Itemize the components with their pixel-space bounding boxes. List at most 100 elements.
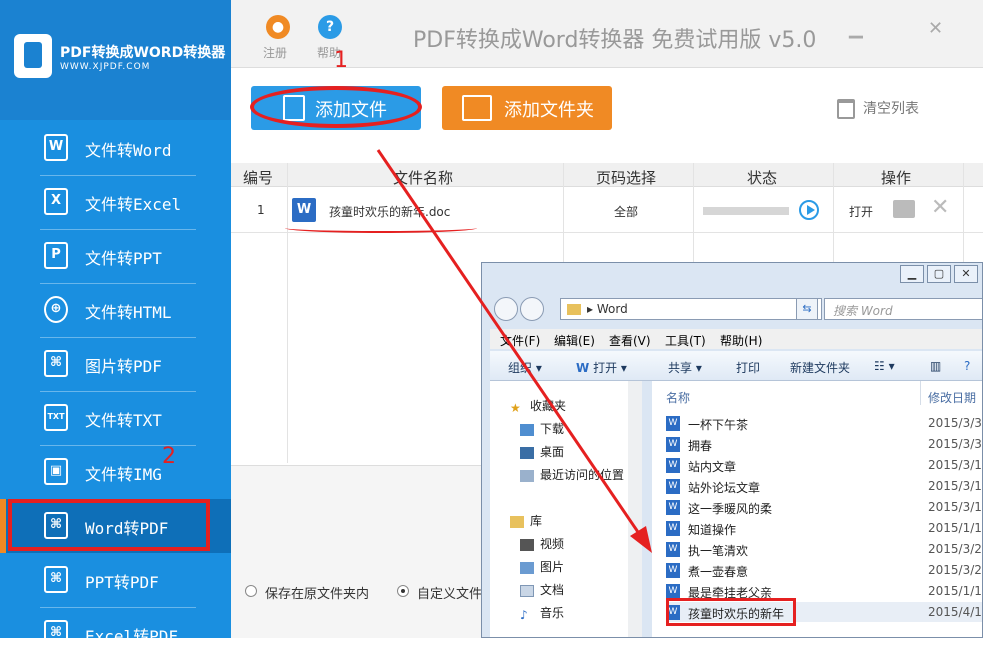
sidebar-item-image-to-pdf[interactable]: ⌘ 图片转PDF: [0, 337, 231, 391]
navigation-pane: ★ 收藏夹 下载 桌面 最近访问的位置 库 视频 图片 文档 ♪ 音乐: [490, 381, 636, 637]
file-name: 这一季暖风的柔: [688, 502, 773, 516]
list-item[interactable]: W 站内文章 2015/3/1: [666, 455, 982, 475]
globe-icon: ⊕: [44, 296, 68, 323]
document-icon: [520, 584, 534, 597]
dialog-close-button[interactable]: ✕: [954, 265, 978, 283]
sidebar-item-file-to-txt[interactable]: TXT 文件转TXT: [0, 391, 231, 445]
sidebar-item-excel-to-pdf[interactable]: ⌘ Excel转PDF: [0, 607, 231, 661]
open-label: 打开: [593, 361, 618, 375]
dialog-maximize-button[interactable]: ▢: [927, 265, 951, 283]
menu-file[interactable]: 文件(F): [500, 332, 540, 349]
tree-item-libraries[interactable]: 库: [510, 512, 542, 529]
tree-label: 最近访问的位置: [540, 468, 625, 482]
download-folder-icon: [520, 423, 534, 436]
tree-label: 桌面: [540, 445, 565, 459]
help-icon[interactable]: ?: [318, 15, 342, 39]
word-file-icon: W: [666, 458, 680, 473]
navigation-scrollbar[interactable]: [628, 381, 642, 637]
file-date: 2015/3/3: [928, 437, 982, 451]
column-header-status: 状态: [747, 169, 778, 187]
organize-button[interactable]: 组织 ▾: [508, 359, 542, 376]
menu-edit[interactable]: 编辑(E): [554, 332, 595, 349]
file-name: 站内文章: [688, 460, 737, 474]
column-header-date[interactable]: 修改日期: [928, 389, 976, 406]
share-button[interactable]: 共享 ▾: [668, 359, 702, 376]
clear-list-button[interactable]: 清空列表: [837, 98, 919, 119]
radio-same-folder[interactable]: [245, 585, 257, 597]
register-label[interactable]: 注册: [263, 44, 287, 61]
tree-label: 图片: [540, 560, 565, 574]
word-file-icon: W: [666, 521, 680, 536]
forward-button[interactable]: [520, 297, 544, 321]
folder-icon[interactable]: [893, 200, 915, 218]
word-file-icon: W: [666, 563, 680, 578]
word-file-icon: W: [292, 198, 316, 222]
annotation-box-file: [666, 598, 796, 626]
list-item[interactable]: W 煮一壶春意 2015/3/2: [666, 560, 982, 580]
sidebar-item-file-to-word[interactable]: W 文件转Word: [0, 121, 231, 175]
list-item[interactable]: W 执一笔清欢 2015/3/2: [666, 539, 982, 559]
pdf-icon: ⌘: [44, 620, 68, 647]
sidebar-item-label: 图片转PDF: [85, 357, 162, 376]
list-item[interactable]: W 这一季暖风的柔 2015/3/1: [666, 497, 982, 517]
address-field[interactable]: ▸ Word: [560, 298, 822, 320]
word-file-icon: W: [666, 416, 680, 431]
new-folder-button[interactable]: 新建文件夹: [790, 359, 850, 376]
option-same-folder-label[interactable]: 保存在原文件夹内: [265, 583, 369, 602]
menu-help[interactable]: 帮助(H): [720, 332, 762, 349]
open-button[interactable]: 打开: [849, 203, 873, 220]
minimize-button[interactable]: ▁: [849, 18, 863, 39]
add-folder-button[interactable]: 添加文件夹: [442, 86, 612, 130]
tree-item-downloads[interactable]: 下载: [520, 420, 564, 437]
column-header-name[interactable]: 名称: [666, 389, 690, 406]
folder-icon: [567, 304, 581, 315]
txt-icon: TXT: [44, 404, 68, 431]
word-file-icon: W: [666, 500, 680, 515]
trash-icon: [837, 99, 855, 119]
menu-view[interactable]: 查看(V): [609, 332, 651, 349]
list-item[interactable]: W 一杯下午茶 2015/3/3: [666, 413, 982, 433]
delete-icon[interactable]: ✕: [931, 195, 949, 220]
search-input[interactable]: 搜索 Word: [824, 298, 982, 320]
refresh-button[interactable]: ⇆: [796, 298, 818, 320]
close-button[interactable]: ✕: [928, 18, 943, 39]
tree-label: 下载: [540, 422, 565, 436]
file-name: 知道操作: [688, 523, 737, 537]
menu-tools[interactable]: 工具(T): [665, 332, 706, 349]
sidebar-item-file-to-ppt[interactable]: P 文件转PPT: [0, 229, 231, 283]
list-item[interactable]: W 知道操作 2015/1/1: [666, 518, 982, 538]
tree-item-videos[interactable]: 视频: [520, 535, 564, 552]
option-custom-label[interactable]: 自定义文件: [417, 583, 482, 602]
tree-item-recent[interactable]: 最近访问的位置: [520, 466, 624, 483]
tree-item-music[interactable]: ♪ 音乐: [520, 604, 564, 622]
user-icon[interactable]: ●: [266, 15, 290, 39]
radio-custom-folder[interactable]: [397, 585, 409, 597]
tree-item-pictures[interactable]: 图片: [520, 558, 564, 575]
tree-item-desktop[interactable]: 桌面: [520, 443, 564, 460]
tree-item-favorites[interactable]: ★ 收藏夹: [510, 397, 566, 415]
progress-bar: [703, 207, 789, 215]
file-name: 执一笔清欢: [688, 544, 749, 558]
menu-bar: 文件(F) 编辑(E) 查看(V) 工具(T) 帮助(H): [490, 329, 982, 349]
back-button[interactable]: [494, 297, 518, 321]
view-options-icon[interactable]: ☷ ▾: [874, 359, 895, 373]
tree-item-documents[interactable]: 文档: [520, 581, 564, 598]
preview-pane-icon[interactable]: ▥: [930, 359, 941, 373]
picture-icon: [520, 561, 534, 574]
help-icon[interactable]: ?: [964, 359, 970, 373]
sidebar-item-file-to-excel[interactable]: X 文件转Excel: [0, 175, 231, 229]
print-button[interactable]: 打印: [736, 359, 760, 376]
sidebar-item-label: 文件转IMG: [85, 465, 162, 484]
list-item[interactable]: W 拥春 2015/3/3: [666, 434, 982, 454]
sidebar-item-ppt-to-pdf[interactable]: ⌘ PPT转PDF: [0, 553, 231, 607]
play-icon[interactable]: [799, 200, 819, 220]
row-pages[interactable]: 全部: [614, 203, 638, 220]
sidebar-item-file-to-img[interactable]: ▣ 文件转IMG: [0, 445, 231, 499]
word-file-icon: W: [666, 542, 680, 557]
dialog-minimize-button[interactable]: ▁: [900, 265, 924, 283]
sidebar-item-file-to-html[interactable]: ⊕ 文件转HTML: [0, 283, 231, 337]
image-icon: ▣: [44, 458, 68, 485]
file-name: 站外论坛文章: [688, 481, 761, 495]
open-file-button[interactable]: W 打开 ▾: [576, 359, 627, 376]
list-item[interactable]: W 站外论坛文章 2015/3/1: [666, 476, 982, 496]
